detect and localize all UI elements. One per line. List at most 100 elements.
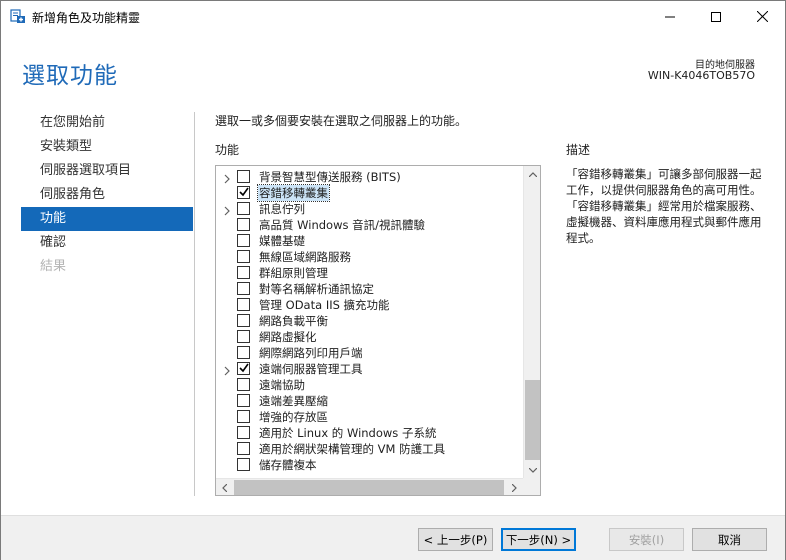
- cancel-button[interactable]: 取消: [692, 528, 767, 551]
- feature-label[interactable]: 群組原則管理: [258, 265, 329, 281]
- feature-checkbox[interactable]: [237, 250, 250, 263]
- feature-label[interactable]: 儲存體複本: [258, 457, 318, 473]
- feature-checkbox[interactable]: [237, 410, 250, 423]
- feature-checkbox[interactable]: [237, 266, 250, 279]
- feature-label[interactable]: 遠端協助: [258, 377, 306, 393]
- feature-row[interactable]: 適用於網狀架構管理的 VM 防護工具: [216, 441, 523, 457]
- feature-checkbox[interactable]: [237, 234, 250, 247]
- checkmark-icon: [239, 363, 249, 373]
- wizard-window: 新增角色及功能精靈 選取功能 目的地伺服器 WIN-K4046TOB57O 在您…: [0, 0, 786, 560]
- feature-label[interactable]: 適用於網狀架構管理的 VM 防護工具: [258, 441, 446, 457]
- window-title: 新增角色及功能精靈: [32, 11, 141, 25]
- next-button[interactable]: 下一步(N) >: [501, 528, 576, 551]
- feature-label[interactable]: 網際網路列印用戶端: [258, 345, 364, 361]
- feature-label[interactable]: 訊息佇列: [258, 201, 306, 217]
- feature-row[interactable]: 管理 OData IIS 擴充功能: [216, 297, 523, 313]
- feature-row[interactable]: 媒體基礎: [216, 233, 523, 249]
- feature-checkbox[interactable]: [237, 202, 250, 215]
- feature-row[interactable]: 增強的存放區: [216, 409, 523, 425]
- close-button[interactable]: [739, 1, 785, 32]
- feature-label[interactable]: 管理 OData IIS 擴充功能: [258, 297, 391, 313]
- feature-label[interactable]: 容錯移轉叢集: [257, 184, 330, 202]
- nav-divider: [194, 112, 195, 496]
- feature-label[interactable]: 網路負載平衡: [258, 313, 329, 329]
- page-title: 選取功能: [22, 63, 118, 89]
- features-heading: 功能: [215, 143, 240, 157]
- nav-item-server-selection[interactable]: 伺服器選取項目: [21, 159, 193, 183]
- feature-label[interactable]: 網路虛擬化: [258, 329, 318, 345]
- features-tree-rows: 背景智慧型傳送服務 (BITS) 容錯移轉叢集 訊息佇列 高品質 Windows 音訊…: [216, 169, 523, 473]
- scrollbar-corner: [523, 478, 540, 495]
- feature-label[interactable]: 遠端伺服器管理工具: [258, 361, 364, 377]
- server-manager-icon: [10, 8, 26, 24]
- feature-checkbox[interactable]: [237, 314, 250, 327]
- feature-row[interactable]: 遠端差異壓縮: [216, 393, 523, 409]
- feature-checkbox[interactable]: [237, 394, 250, 407]
- feature-checkbox[interactable]: [237, 282, 250, 295]
- vertical-scroll-thumb[interactable]: [525, 380, 540, 460]
- feature-label[interactable]: 遠端差異壓縮: [258, 393, 329, 409]
- feature-checkbox[interactable]: [237, 298, 250, 311]
- feature-checkbox[interactable]: [237, 218, 250, 231]
- features-tree[interactable]: 背景智慧型傳送服務 (BITS) 容錯移轉叢集 訊息佇列 高品質 Windows 音訊…: [215, 165, 541, 496]
- feature-label[interactable]: 對等名稱解析通訊協定: [258, 281, 375, 297]
- feature-row[interactable]: 儲存體複本: [216, 457, 523, 473]
- scroll-up-arrow-icon[interactable]: [524, 166, 540, 183]
- feature-label[interactable]: 媒體基礎: [258, 233, 306, 249]
- horizontal-scroll-thumb[interactable]: [234, 480, 504, 495]
- expand-arrow-icon[interactable]: [222, 172, 232, 184]
- nav-item-features[interactable]: 功能: [21, 207, 193, 231]
- maximize-icon: [711, 11, 721, 22]
- feature-checkbox[interactable]: [237, 346, 250, 359]
- feature-checkbox[interactable]: [237, 330, 250, 343]
- feature-label[interactable]: 高品質 Windows 音訊/視訊體驗: [258, 217, 426, 233]
- feature-checkbox[interactable]: [237, 426, 250, 439]
- expand-arrow-icon[interactable]: [222, 364, 232, 376]
- maximize-button[interactable]: [693, 1, 739, 32]
- feature-checkbox[interactable]: [237, 378, 250, 391]
- instruction-text: 選取一或多個要安裝在選取之伺服器上的功能。: [215, 114, 468, 128]
- feature-row[interactable]: 對等名稱解析通訊協定: [216, 281, 523, 297]
- feature-label[interactable]: 增強的存放區: [258, 409, 329, 425]
- feature-label[interactable]: 背景智慧型傳送服務 (BITS): [258, 169, 402, 185]
- feature-checkbox[interactable]: [237, 186, 250, 199]
- feature-row[interactable]: 群組原則管理: [216, 265, 523, 281]
- feature-row[interactable]: 網際網路列印用戶端: [216, 345, 523, 361]
- description-text: 「容錯移轉叢集」可讓多部伺服器一起工作，以提供伺服器角色的高可用性。「容錯移轉叢…: [566, 167, 762, 245]
- feature-checkbox[interactable]: [237, 170, 250, 183]
- wizard-header: 選取功能 目的地伺服器 WIN-K4046TOB57O: [1, 32, 785, 104]
- feature-row[interactable]: 網路虛擬化: [216, 329, 523, 345]
- feature-checkbox[interactable]: [237, 442, 250, 455]
- nav-item-confirmation[interactable]: 確認: [21, 231, 193, 255]
- scroll-down-arrow-icon[interactable]: [524, 462, 540, 479]
- horizontal-scrollbar[interactable]: [216, 478, 523, 495]
- feature-row[interactable]: 背景智慧型傳送服務 (BITS): [216, 169, 523, 185]
- scroll-right-arrow-icon[interactable]: [506, 479, 523, 495]
- checkmark-icon: [239, 187, 249, 197]
- title-bar[interactable]: 新增角色及功能精靈: [1, 1, 785, 32]
- nav-item-before-you-begin[interactable]: 在您開始前: [21, 111, 193, 135]
- vertical-scrollbar[interactable]: [523, 166, 540, 479]
- feature-checkbox[interactable]: [237, 458, 250, 471]
- feature-row[interactable]: 高品質 Windows 音訊/視訊體驗: [216, 217, 523, 233]
- nav-item-installation-type[interactable]: 安裝類型: [21, 135, 193, 159]
- feature-label[interactable]: 適用於 Linux 的 Windows 子系統: [258, 425, 437, 441]
- feature-row[interactable]: 訊息佇列: [216, 201, 523, 217]
- feature-checkbox[interactable]: [237, 362, 250, 375]
- back-button[interactable]: < 上一步(P): [418, 528, 493, 551]
- nav-item-server-roles[interactable]: 伺服器角色: [21, 183, 193, 207]
- feature-row[interactable]: 網路負載平衡: [216, 313, 523, 329]
- feature-row[interactable]: 無線區域網路服務: [216, 249, 523, 265]
- wizard-steps-nav: 在您開始前 安裝類型 伺服器選取項目 伺服器角色 功能 確認 結果: [21, 111, 193, 279]
- expand-arrow-icon[interactable]: [222, 204, 232, 216]
- feature-row[interactable]: 適用於 Linux 的 Windows 子系統: [216, 425, 523, 441]
- description-heading: 描述: [566, 143, 591, 157]
- install-button: 安裝(I): [609, 528, 684, 551]
- feature-row[interactable]: 遠端協助: [216, 377, 523, 393]
- feature-label[interactable]: 無線區域網路服務: [258, 249, 352, 265]
- minimize-button[interactable]: [647, 1, 693, 32]
- minimize-icon: [665, 16, 675, 17]
- feature-row[interactable]: 容錯移轉叢集: [216, 184, 523, 202]
- feature-row[interactable]: 遠端伺服器管理工具: [216, 361, 523, 377]
- scroll-left-arrow-icon[interactable]: [216, 479, 233, 495]
